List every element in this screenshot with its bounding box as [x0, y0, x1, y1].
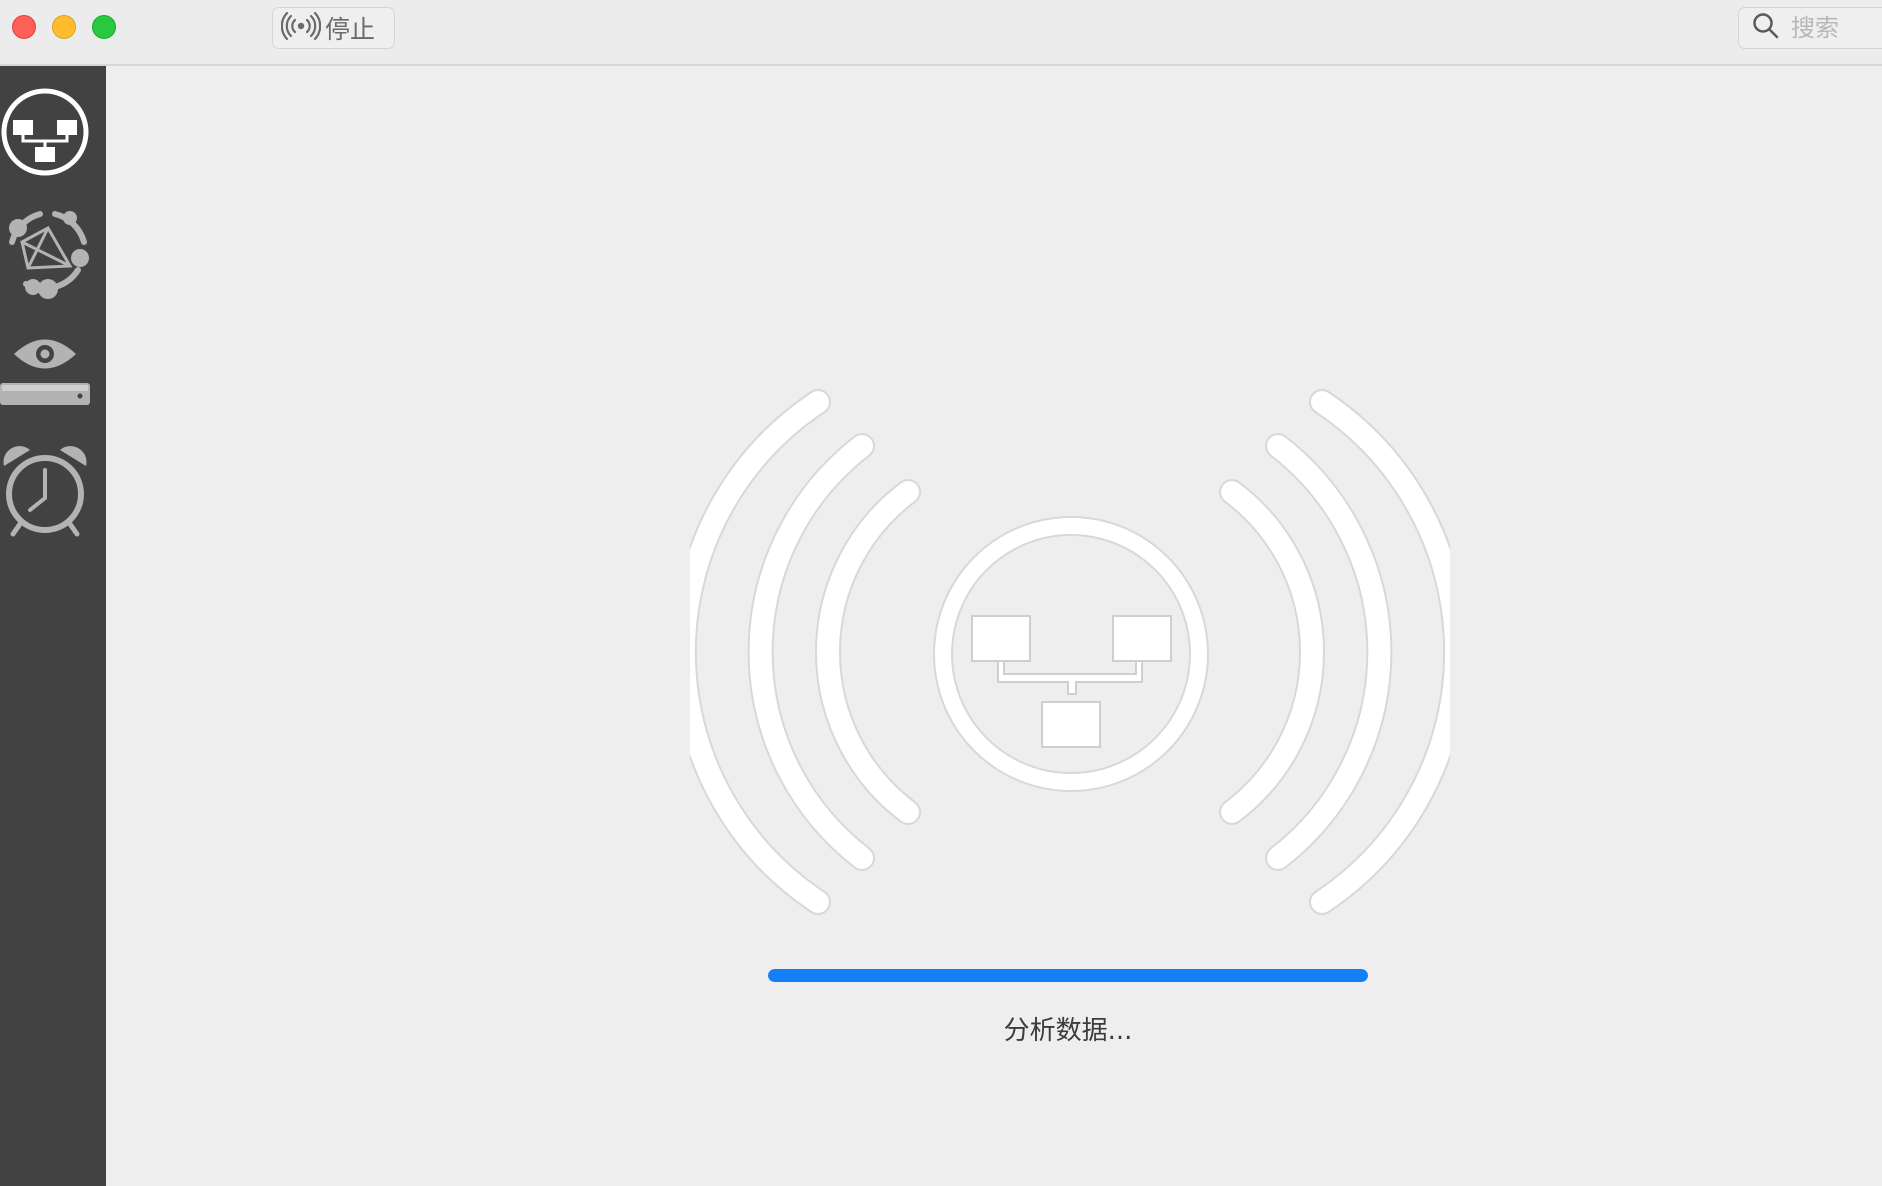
- stop-label: 停止: [325, 15, 376, 44]
- sidebar-item-network[interactable]: [0, 84, 92, 180]
- title-bar: 停止: [0, 0, 1882, 66]
- network-icon: [1, 88, 89, 176]
- sidebar-item-topology[interactable]: [0, 204, 92, 300]
- network-broadcast-icon: [690, 389, 1450, 915]
- nodes-cluster-icon: [9, 211, 89, 299]
- stop-button[interactable]: 停止: [272, 7, 395, 49]
- zoom-window-button[interactable]: [92, 15, 116, 39]
- progress-bar-fill: [768, 969, 1368, 982]
- broadcast-icon: [280, 11, 322, 45]
- alarm-clock-icon: [3, 446, 87, 537]
- minimize-window-button[interactable]: [52, 15, 76, 39]
- close-window-button[interactable]: [12, 15, 36, 39]
- progress-bar: [768, 969, 1368, 982]
- search-icon: [1751, 11, 1781, 45]
- search-field[interactable]: [1738, 7, 1882, 49]
- eye-monitor-icon: [0, 339, 90, 405]
- sidebar-item-monitor[interactable]: [0, 321, 92, 417]
- status-text: 分析数据...: [1003, 1016, 1133, 1046]
- sidebar-item-schedule[interactable]: [0, 442, 92, 538]
- search-input[interactable]: [1791, 14, 1881, 42]
- sidebar: [0, 66, 106, 1186]
